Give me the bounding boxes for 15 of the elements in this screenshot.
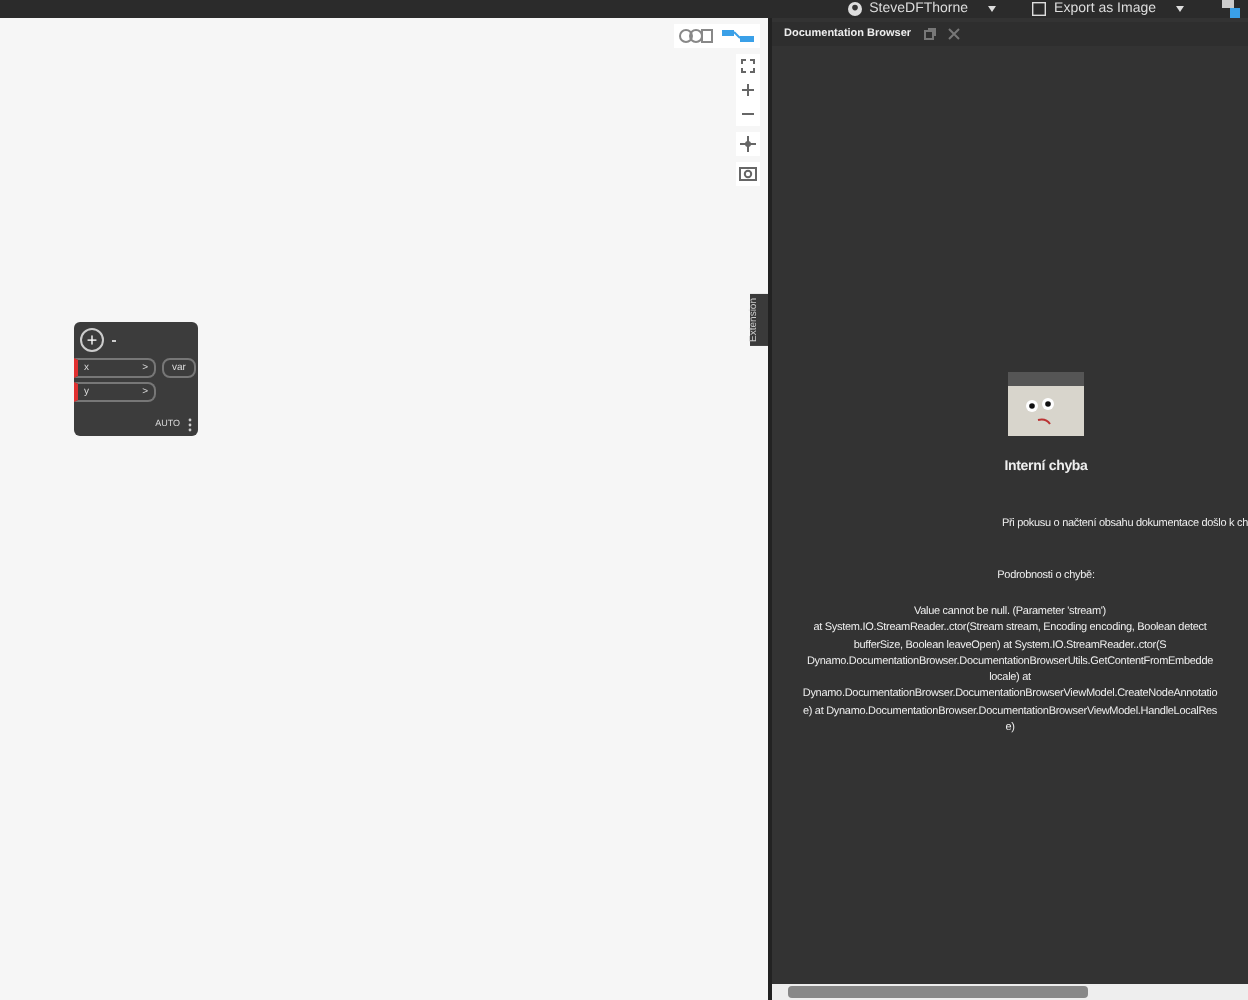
- add-port-button[interactable]: +: [80, 328, 104, 352]
- graph-view-icon[interactable]: [720, 28, 756, 44]
- close-icon[interactable]: [947, 28, 960, 40]
- camera-icon[interactable]: [736, 162, 760, 186]
- pan-icon[interactable]: [736, 132, 760, 156]
- horizontal-scrollbar[interactable]: [772, 984, 1248, 1000]
- fit-view-icon[interactable]: [736, 54, 760, 78]
- image-icon: [1032, 2, 1047, 16]
- zoom-in-icon[interactable]: [736, 78, 760, 102]
- caret-icon: [1176, 6, 1184, 12]
- caret-icon: [988, 6, 997, 12]
- undock-icon[interactable]: [923, 28, 936, 40]
- geometry-view-icon[interactable]: [678, 28, 714, 44]
- notification-icon[interactable]: [1220, 0, 1240, 18]
- error-window-drawing: [1008, 372, 1084, 436]
